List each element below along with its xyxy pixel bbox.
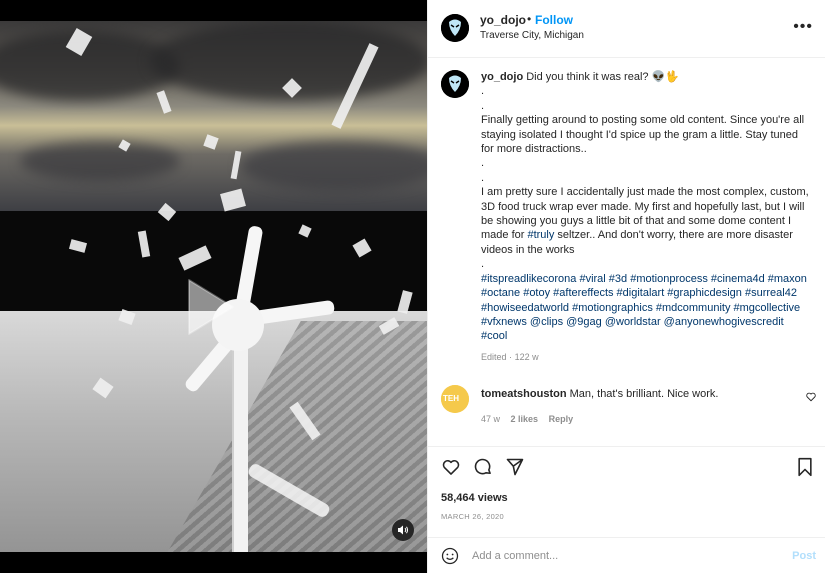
post-button[interactable]: Post [792, 550, 816, 562]
video-sky [0, 21, 427, 211]
alien-avatar-icon [441, 70, 469, 98]
bookmark-icon[interactable] [796, 457, 814, 477]
caption-dot: . [481, 85, 485, 98]
speaker-icon [398, 525, 409, 535]
comment-likes[interactable]: 2 likes [511, 414, 539, 424]
turbine-pole [232, 321, 248, 552]
post-date[interactable]: MARCH 26, 2020 [441, 512, 504, 521]
comment-username[interactable]: tomeatshouston [481, 388, 567, 400]
meta-separator: · [509, 351, 513, 362]
emoji-icon[interactable] [441, 547, 459, 565]
comment-text: Man, that's brilliant. Nice work. [569, 388, 719, 400]
reply-button[interactable]: Reply [549, 414, 574, 424]
post-panel: yo_dojo • Follow Traverse City, Michigan… [427, 0, 825, 573]
more-options-icon[interactable]: ••• [793, 18, 813, 36]
comment-time[interactable]: 47 w [481, 414, 500, 424]
caption-first-line: Did you think it was real? 👽🖖 [526, 71, 679, 83]
caption-time[interactable]: 122 w [515, 352, 539, 362]
comment-heart-icon[interactable] [806, 392, 816, 402]
caption-dot: . [481, 258, 485, 271]
post-media[interactable] [0, 0, 427, 573]
add-comment-bar: Post [428, 537, 825, 573]
caption-avatar[interactable] [441, 70, 469, 98]
play-icon[interactable] [183, 276, 237, 338]
caption-dot: . [481, 157, 485, 170]
caption-dot: . [481, 171, 485, 184]
comment-avatar-text: TEH [443, 394, 459, 403]
avatar[interactable] [441, 14, 469, 42]
video-frame[interactable] [0, 21, 427, 552]
mute-button[interactable] [392, 519, 414, 541]
caption: yo_dojo Did you think it was real? 👽🖖 . … [481, 70, 811, 364]
post-username[interactable]: yo_dojo [480, 13, 526, 27]
comment-avatar[interactable]: TEH [441, 385, 469, 413]
view-count[interactable]: 58,464 views [441, 492, 508, 504]
follow-button[interactable]: Follow [535, 13, 573, 27]
caption-meta: Edited · 122 w [481, 350, 811, 364]
comments-area[interactable]: yo_dojo Did you think it was real? 👽🖖 . … [428, 58, 825, 443]
caption-username[interactable]: yo_dojo [481, 71, 523, 83]
heart-icon[interactable] [441, 457, 461, 477]
caption-paragraph: Finally getting around to posting some o… [481, 114, 805, 156]
comment: tomeatshouston Man, that's brilliant. Ni… [481, 387, 801, 401]
post-header: yo_dojo • Follow Traverse City, Michigan… [428, 0, 825, 58]
comment-meta: 47 w 2 likes Reply [481, 414, 573, 424]
share-icon[interactable] [505, 457, 525, 477]
comment-input[interactable] [472, 546, 762, 566]
header-separator: • [527, 12, 532, 26]
alien-avatar-icon [441, 14, 469, 42]
actions-bar: 58,464 views MARCH 26, 2020 [428, 446, 825, 533]
caption-dot: . [481, 99, 485, 112]
hashtag-link[interactable]: #truly [527, 229, 554, 241]
caption-paragraph: I am pretty sure I accidentally just mad… [481, 185, 811, 257]
post-location[interactable]: Traverse City, Michigan [480, 30, 584, 41]
hashtags[interactable]: #itspreadlikecorona #viral #3d #motionpr… [481, 272, 811, 344]
edited-label: Edited [481, 351, 507, 362]
comment-icon[interactable] [473, 457, 493, 477]
